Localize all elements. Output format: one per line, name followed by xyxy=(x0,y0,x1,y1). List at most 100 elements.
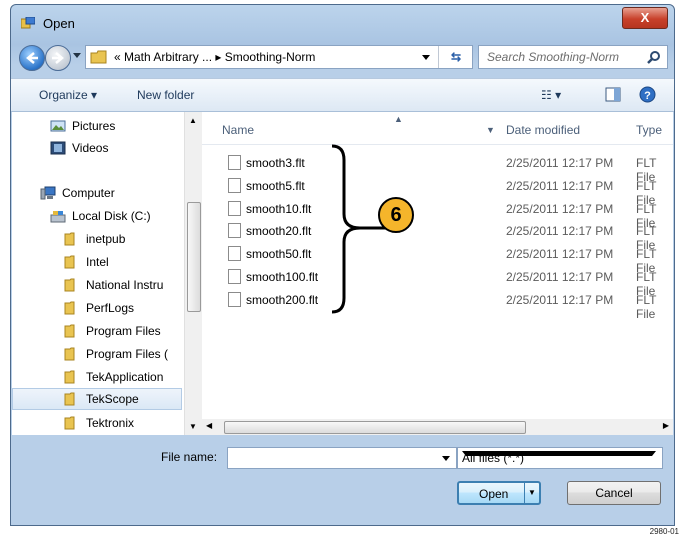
file-date: 2/25/2011 12:17 PM xyxy=(506,156,614,170)
file-date: 2/25/2011 12:17 PM xyxy=(506,270,614,284)
sort-ascending-icon: ▲ xyxy=(394,114,403,124)
file-name: smooth10.flt xyxy=(246,202,312,216)
refresh-button[interactable]: ⇆ xyxy=(438,46,473,68)
file-name: smooth50.flt xyxy=(246,247,312,261)
file-date: 2/25/2011 12:17 PM xyxy=(506,247,614,261)
file-name-dropdown-arrow[interactable] xyxy=(442,456,450,461)
sidebar-item-videos[interactable]: Videos xyxy=(50,137,108,159)
folder-icon xyxy=(64,255,75,269)
sidebar-item-folder[interactable]: TekApplication xyxy=(64,366,163,388)
file-row[interactable]: smooth3.flt 2/25/2011 12:17 PM FLT File xyxy=(202,152,673,184)
sidebar-item-label: TekApplication xyxy=(86,370,164,384)
organize-button[interactable]: Organize ▾ xyxy=(39,88,97,102)
file-row[interactable]: smooth5.flt 2/25/2011 12:17 PM FLT File xyxy=(202,175,673,207)
file-type-dropdown-arrow[interactable] xyxy=(462,451,656,456)
file-name: smooth5.flt xyxy=(246,179,305,193)
sidebar-item-label: PerfLogs xyxy=(86,301,135,315)
sidebar-item-tekscope[interactable]: TekScope xyxy=(12,388,182,410)
sidebar-item-label: inetpub xyxy=(86,232,126,246)
new-folder-button[interactable]: New folder xyxy=(137,88,194,102)
sidebar-item-label: National Instru xyxy=(86,278,164,292)
figure-id: 2980-01 xyxy=(649,527,679,536)
folder-icon xyxy=(64,370,75,384)
preview-pane-icon[interactable] xyxy=(605,87,621,102)
scroll-left-icon[interactable]: ◀ xyxy=(206,421,212,430)
sidebar-item-pictures[interactable]: Pictures xyxy=(50,115,115,137)
videos-icon xyxy=(50,141,66,155)
file-row[interactable]: smooth200.flt 2/25/2011 12:17 PM FLT Fil… xyxy=(202,289,673,321)
breadcrumb[interactable]: « Math Arbitrary ... ▸ Smoothing-Norm xyxy=(114,50,315,64)
sidebar-item-folder[interactable]: inetpub xyxy=(64,228,125,250)
scroll-down-icon[interactable]: ▼ xyxy=(189,422,197,431)
scroll-right-icon[interactable]: ▶ xyxy=(663,421,669,430)
search-box[interactable]: Search Smoothing-Norm xyxy=(478,45,668,69)
column-header-type[interactable]: Type xyxy=(636,123,662,137)
sidebar-item-folder[interactable]: Intel xyxy=(64,251,109,273)
folder-icon xyxy=(64,278,75,292)
folder-icon xyxy=(64,232,75,246)
folder-icon xyxy=(90,50,107,64)
change-view-button[interactable]: ☷ ▾ xyxy=(541,88,561,102)
sidebar-item-folder[interactable]: Program Files ( xyxy=(64,343,168,365)
address-bar[interactable]: « Math Arbitrary ... ▸ Smoothing-Norm ⇆ xyxy=(85,45,473,69)
back-button[interactable] xyxy=(19,45,45,71)
sidebar-item-label: TekScope xyxy=(86,392,139,406)
folder-icon xyxy=(64,416,75,430)
file-date: 2/25/2011 12:17 PM xyxy=(506,293,614,307)
file-icon xyxy=(228,269,241,284)
forward-arrow-icon xyxy=(52,52,64,64)
file-type-filter[interactable]: All files (*.*) xyxy=(457,447,663,469)
scroll-thumb[interactable] xyxy=(224,421,526,434)
open-options-dropdown[interactable]: ▼ xyxy=(524,483,539,503)
sidebar-item-folder[interactable]: PerfLogs xyxy=(64,297,134,319)
svg-text:?: ? xyxy=(644,90,651,102)
folder-icon xyxy=(64,347,75,361)
sidebar-item-folder[interactable]: Program Files xyxy=(64,320,161,342)
search-icon[interactable] xyxy=(647,50,661,64)
file-row[interactable]: smooth100.flt 2/25/2011 12:17 PM FLT Fil… xyxy=(202,266,673,298)
drive-icon xyxy=(50,211,66,223)
help-icon[interactable]: ? xyxy=(639,86,656,103)
address-dropdown-arrow[interactable] xyxy=(422,55,430,60)
file-name: smooth3.flt xyxy=(246,156,305,170)
file-icon xyxy=(228,292,241,307)
sidebar-item-folder[interactable]: Tektronix xyxy=(64,412,134,434)
forward-button[interactable] xyxy=(45,45,71,71)
file-row[interactable]: smooth50.flt 2/25/2011 12:17 PM FLT File xyxy=(202,243,673,275)
file-name: smooth200.flt xyxy=(246,293,319,307)
folder-icon xyxy=(64,324,75,338)
sidebar-item-computer[interactable]: Computer xyxy=(40,182,115,204)
sidebar-item-label: Program Files ( xyxy=(86,347,169,361)
file-name-input[interactable] xyxy=(227,447,457,469)
scroll-thumb[interactable] xyxy=(187,202,201,312)
dialog-footer: File name: All files (*.*) Open ▼ Cancel xyxy=(11,437,674,525)
file-row[interactable]: smooth20.flt 2/25/2011 12:17 PM FLT File xyxy=(202,220,673,252)
scroll-up-icon[interactable]: ▲ xyxy=(189,116,197,125)
recent-pages-dropdown[interactable] xyxy=(73,53,81,58)
sidebar-scrollbar[interactable]: ▲ ▼ xyxy=(184,112,202,435)
sidebar-item-label: Pictures xyxy=(72,119,116,133)
header-divider xyxy=(202,144,673,145)
sidebar-item-label: Program Files xyxy=(86,324,161,338)
column-filter-dropdown-icon[interactable]: ▼ xyxy=(486,125,495,135)
callout-brace xyxy=(331,144,388,314)
cancel-button[interactable]: Cancel xyxy=(567,481,661,505)
column-header-name[interactable]: Name xyxy=(222,123,254,137)
callout-number-badge: 6 xyxy=(378,197,414,233)
open-button[interactable]: Open ▼ xyxy=(457,481,541,505)
file-name: smooth20.flt xyxy=(246,224,312,238)
open-button-label: Open xyxy=(479,487,509,501)
sidebar-item-local-disk[interactable]: Local Disk (C:) xyxy=(50,205,151,227)
sidebar-item-label: Videos xyxy=(72,141,109,155)
close-button[interactable]: X xyxy=(622,7,668,29)
back-arrow-icon xyxy=(26,52,38,64)
file-icon xyxy=(228,246,241,261)
sidebar-item-label: Computer xyxy=(62,186,115,200)
file-date: 2/25/2011 12:17 PM xyxy=(506,179,614,193)
search-input[interactable]: Search Smoothing-Norm xyxy=(487,50,619,64)
sidebar-item-folder[interactable]: National Instru xyxy=(64,274,163,296)
file-list-horizontal-scrollbar[interactable]: ◀ ▶ xyxy=(202,419,673,435)
file-row[interactable]: smooth10.flt 2/25/2011 12:17 PM FLT File xyxy=(202,198,673,230)
file-icon xyxy=(228,155,241,170)
column-header-date[interactable]: Date modified xyxy=(506,123,580,137)
